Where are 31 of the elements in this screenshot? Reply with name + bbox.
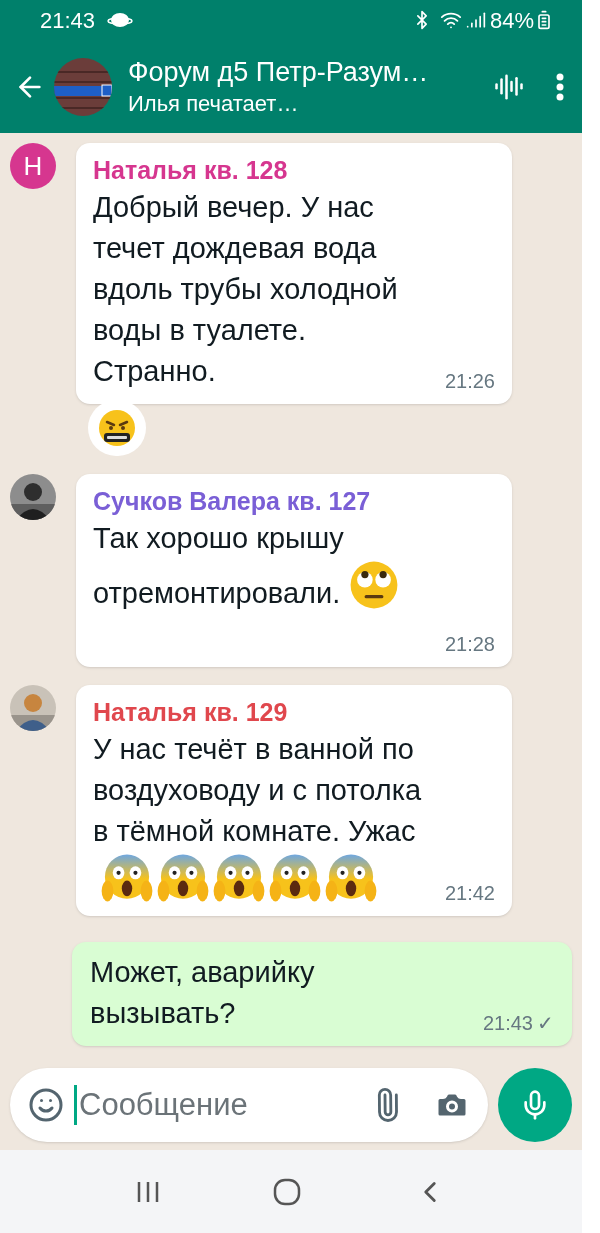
signal-icon [465, 10, 486, 30]
reaction-badge[interactable] [88, 400, 146, 456]
chat-title: Форум д5 Петр-Разум… [128, 55, 430, 89]
message-field[interactable]: Сообщение [10, 1068, 488, 1142]
clock: 21:43 [40, 6, 96, 35]
battery-level: 84% [489, 6, 534, 35]
message-time: 21:42 [444, 881, 495, 906]
message-time: 21:26 [444, 369, 495, 394]
notification-icon [107, 11, 134, 29]
menu-icon [556, 72, 564, 101]
swearing-face-icon [97, 408, 137, 448]
message-time: 21:43 [482, 1011, 533, 1036]
message-time: 21:28 [444, 632, 495, 657]
screaming-face-icon [101, 852, 153, 904]
message-text: У нас течёт в ванной по воздуховоду и с потолка в тёмной комнате. Ужас [93, 733, 422, 847]
text-cursor [74, 1085, 77, 1125]
screaming-face-icon [269, 852, 321, 904]
emoji-icon[interactable] [28, 1087, 64, 1123]
typing-status: Илья печатает… [128, 89, 300, 118]
screaming-face-icon [213, 852, 265, 904]
sent-tick: ✓ [537, 1011, 554, 1036]
avatar[interactable]: Н [10, 143, 56, 189]
message-text: Добрый вечер. У нас течет дождевая вода вдоль трубы холодной воды в туалете. Странно. [93, 191, 398, 387]
sender-name: Наталья кв. 128 [93, 155, 289, 186]
screaming-face-icon [325, 852, 377, 904]
screaming-face-icon [157, 852, 209, 904]
sender-name: Наталья кв. 129 [93, 697, 289, 728]
message-text: Может, аварийку вызывать? [90, 956, 315, 1029]
sender-name: Сучков Валера кв. 127 [93, 486, 372, 517]
message-text: Так хорошо крышу отремонтировали. [93, 522, 344, 609]
home-icon[interactable] [272, 1176, 302, 1207]
